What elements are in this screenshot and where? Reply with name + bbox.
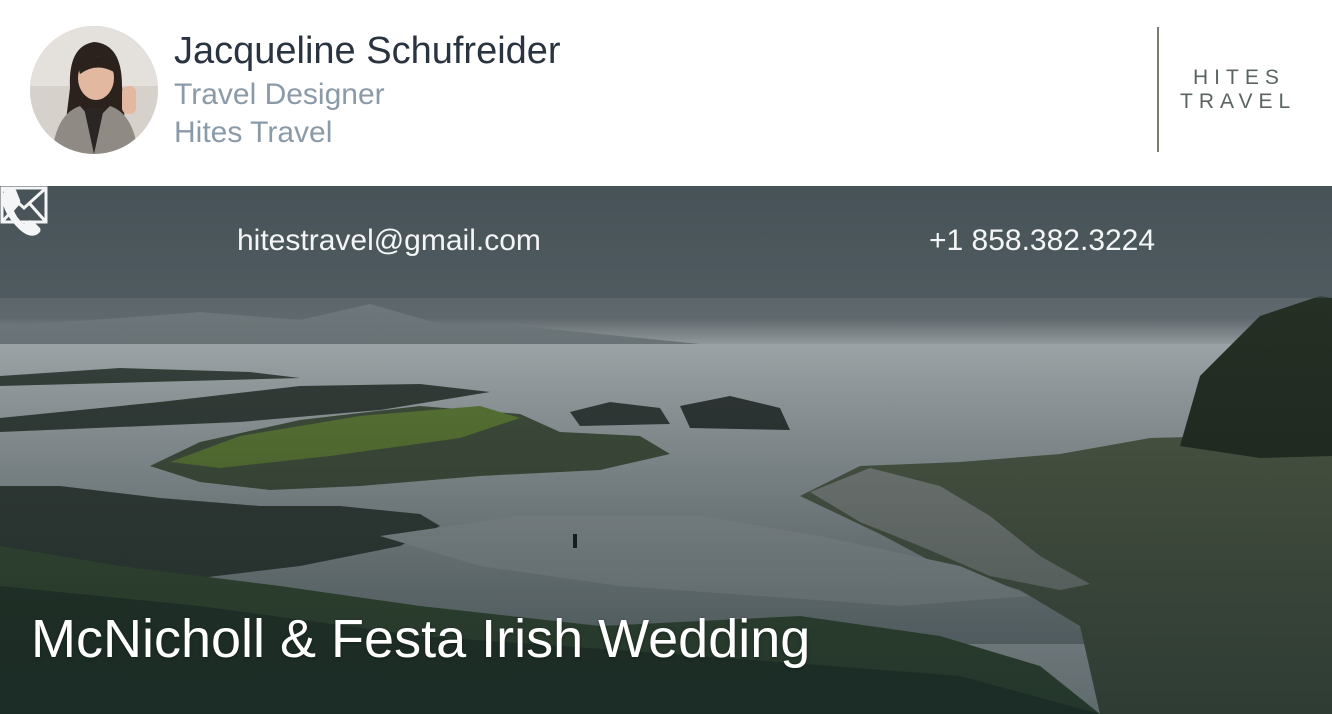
logo-line-1: HITES [1193, 66, 1285, 89]
logo-line-2: TRAVEL [1180, 90, 1297, 113]
avatar [30, 26, 158, 154]
signature-header: Jacqueline Schufreider Travel Designer H… [0, 0, 1332, 186]
profile-name: Jacqueline Schufreider [174, 30, 561, 72]
hero-title: McNicholl & Festa Irish Wedding [31, 609, 811, 669]
hero-banner: hitestravel@gmail.com +1 858.382.3224 Mc… [0, 186, 1332, 714]
profile-role: Travel Designer [174, 78, 385, 111]
phone-link[interactable]: +1 858.382.3224 [929, 224, 1155, 258]
contact-bar: hitestravel@gmail.com +1 858.382.3224 [0, 186, 1332, 298]
header-divider [1157, 27, 1159, 152]
phone-icon[interactable] [0, 186, 42, 236]
email-link[interactable]: hitestravel@gmail.com [237, 224, 541, 258]
company-logo[interactable]: HITES TRAVEL [1180, 66, 1315, 114]
profile-company: Hites Travel [174, 116, 333, 149]
